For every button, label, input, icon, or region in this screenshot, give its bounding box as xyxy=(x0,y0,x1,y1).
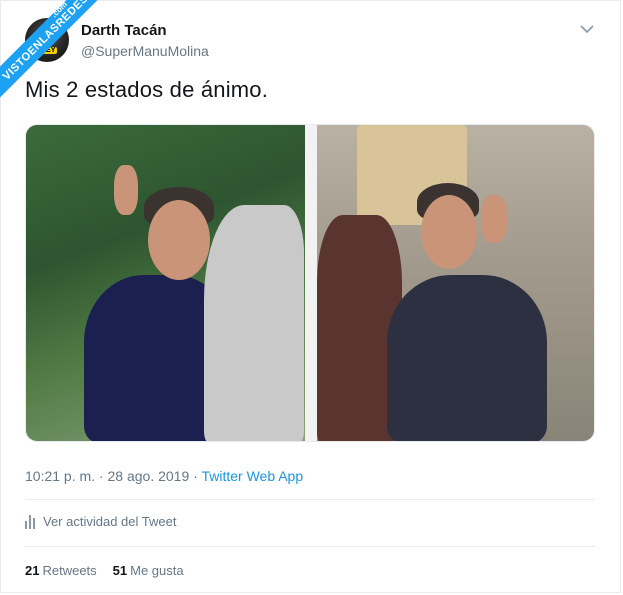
tweet-activity-label: Ver actividad del Tweet xyxy=(43,514,177,529)
tweet-stats: 21 Retweets 51 Me gusta xyxy=(25,563,184,578)
tweet-activity-link[interactable]: Ver actividad del Tweet xyxy=(25,514,176,529)
watermark-text: VISTOENLASREDES xyxy=(0,0,91,83)
bar-chart-icon xyxy=(25,514,35,529)
retweets-stat[interactable]: 21 Retweets xyxy=(25,563,97,578)
photo-left-peace-sign xyxy=(26,125,305,441)
photo-right-middle-finger xyxy=(317,125,594,441)
tweet-date[interactable]: 28 ago. 2019 xyxy=(108,468,190,484)
divider xyxy=(25,546,595,547)
meta-separator: · xyxy=(95,468,108,484)
meta-separator-2: · xyxy=(189,468,202,484)
likes-count: 51 xyxy=(112,563,128,578)
tweet-time[interactable]: 10:21 p. m. xyxy=(25,468,95,484)
retweets-label: Retweets xyxy=(42,563,97,578)
tweet-photo[interactable] xyxy=(25,124,595,442)
likes-label: Me gusta xyxy=(130,563,184,578)
tweet-timestamp: 10:21 p. m. · 28 ago. 2019 · Twitter Web… xyxy=(25,468,303,484)
likes-stat[interactable]: 51 Me gusta xyxy=(113,563,184,578)
chevron-down-icon[interactable] xyxy=(578,22,596,36)
retweets-count: 21 xyxy=(25,563,40,578)
tweet-source-link[interactable]: Twitter Web App xyxy=(201,468,303,484)
photo-divider xyxy=(305,125,317,441)
divider xyxy=(25,499,595,500)
